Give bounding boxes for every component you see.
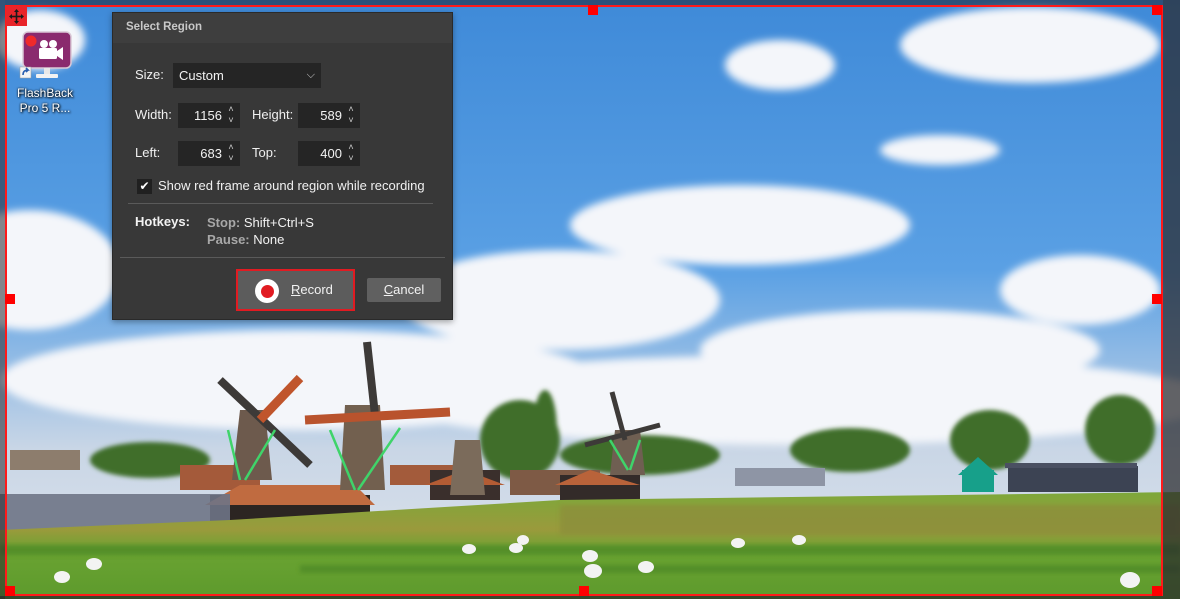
top-decrement-icon[interactable]: ˅ [345, 153, 357, 164]
dimmed-area-right [1163, 0, 1180, 599]
width-height-row: Width: 1156 ˄ ˅ Height: 589 ˄ ˅ [113, 103, 452, 128]
size-dropdown-value: Custom [179, 68, 224, 83]
left-top-row: Left: 683 ˄ ˅ Top: 400 ˄ ˅ [113, 141, 452, 166]
width-increment-icon[interactable]: ˄ [225, 104, 237, 115]
left-label: Left: [135, 145, 161, 160]
resize-handle-bottom-left[interactable] [5, 586, 15, 596]
width-spinbox[interactable]: 1156 ˄ ˅ [178, 103, 240, 128]
cancel-button[interactable]: Cancel [367, 278, 441, 302]
height-decrement-icon[interactable]: ˅ [345, 115, 357, 126]
resize-handle-bottom[interactable] [579, 586, 589, 596]
left-increment-icon[interactable]: ˄ [225, 142, 237, 153]
show-frame-label[interactable]: Show red frame around region while recor… [158, 178, 425, 193]
record-icon [255, 279, 279, 303]
show-frame-row: ✔ Show red frame around region while rec… [113, 178, 452, 196]
width-decrement-icon[interactable]: ˅ [225, 115, 237, 126]
left-decrement-icon[interactable]: ˅ [225, 153, 237, 164]
hotkey-pause: Pause: None [207, 231, 314, 248]
move-handle[interactable] [6, 6, 27, 26]
desktop-shortcut-flashback[interactable]: FlashBack Pro 5 R... [12, 30, 78, 124]
top-label: Top: [252, 145, 277, 160]
hotkey-pause-key: Pause: [207, 232, 250, 247]
size-label: Size: [135, 67, 164, 82]
dialog-title[interactable]: Select Region [113, 13, 452, 43]
size-row: Size: Custom ⌵ [113, 63, 452, 88]
top-value[interactable]: 400 [320, 141, 342, 166]
height-label: Height: [252, 107, 294, 122]
height-spinbox[interactable]: 589 ˄ ˅ [298, 103, 360, 128]
divider [128, 203, 433, 204]
show-frame-checkbox[interactable]: ✔ [137, 179, 152, 194]
record-button[interactable]: Record [236, 269, 355, 311]
hotkey-stop-value: Shift+Ctrl+S [243, 215, 314, 230]
chevron-down-icon: ⌵ [306, 69, 315, 81]
height-increment-icon[interactable]: ˄ [345, 104, 357, 115]
top-spinbox[interactable]: 400 ˄ ˅ [298, 141, 360, 166]
left-value[interactable]: 683 [200, 141, 222, 166]
hotkeys-label: Hotkeys: [135, 214, 190, 229]
cancel-button-label: Cancel [383, 282, 425, 297]
width-value[interactable]: 1156 [194, 103, 222, 128]
resize-handle-right[interactable] [1152, 294, 1162, 304]
hotkey-pause-value: None [253, 232, 285, 247]
resize-handle-top[interactable] [588, 5, 598, 15]
hotkey-stop-key: Stop: [207, 215, 241, 230]
desktop-icon-label: FlashBack Pro 5 R... [16, 86, 74, 115]
divider [120, 257, 445, 258]
checkmark-icon: ✔ [139, 179, 150, 193]
record-button-label: Record [291, 282, 333, 297]
height-value[interactable]: 589 [320, 103, 342, 128]
top-increment-icon[interactable]: ˄ [345, 142, 357, 153]
select-region-dialog: Select Region Size: Custom ⌵ Width: 1156… [112, 12, 453, 320]
resize-handle-left[interactable] [5, 294, 15, 304]
width-label: Width: [135, 107, 172, 122]
size-dropdown[interactable]: Custom ⌵ [173, 63, 321, 88]
move-arrows-icon [9, 8, 24, 24]
resize-handle-bottom-right[interactable] [1152, 586, 1162, 596]
left-spinbox[interactable]: 683 ˄ ˅ [178, 141, 240, 166]
hotkey-stop: Stop: Shift+Ctrl+S [207, 214, 314, 231]
hotkeys-list: Stop: Shift+Ctrl+S Pause: None [207, 214, 314, 248]
flashback-pro-icon [18, 30, 72, 82]
resize-handle-top-right[interactable] [1152, 5, 1162, 15]
